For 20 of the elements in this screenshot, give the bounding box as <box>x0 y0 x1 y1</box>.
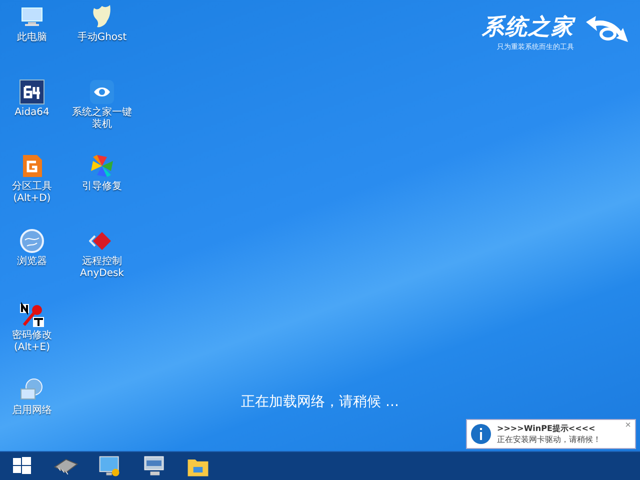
icon-label: Aida64 <box>14 106 50 118</box>
icon-label: 远程控制 AnyDesk <box>80 256 124 280</box>
status-message: 正在加载网络，请稍候 ... <box>241 393 399 411</box>
icon-label: 密码修改 (Alt+E) <box>12 330 52 354</box>
eye-icon[interactable] <box>89 78 115 104</box>
icon-label: 浏览器 <box>17 256 47 268</box>
icon-label: 启用网络 <box>12 404 52 416</box>
icon-label: 此电脑 <box>17 32 47 44</box>
globe-icon[interactable] <box>19 228 45 254</box>
close-button[interactable]: × <box>625 420 631 431</box>
icon-label: 分区工具 (Alt+D) <box>12 181 52 205</box>
notification-message: 正在安装网卡驱动，请稍候！ <box>497 434 602 445</box>
info-icon <box>471 424 491 444</box>
icon-label: 手动Ghost <box>77 32 127 44</box>
pinwheel-icon[interactable] <box>89 153 115 179</box>
windows-icon <box>12 456 32 476</box>
icon-label: 系统之家一键装机 <box>71 106 133 130</box>
notification-title: >>>>WinPE提示<<<< <box>497 423 596 434</box>
icon-label: 引导修复 <box>82 181 122 193</box>
logo-title: 系统之家 <box>482 14 574 42</box>
